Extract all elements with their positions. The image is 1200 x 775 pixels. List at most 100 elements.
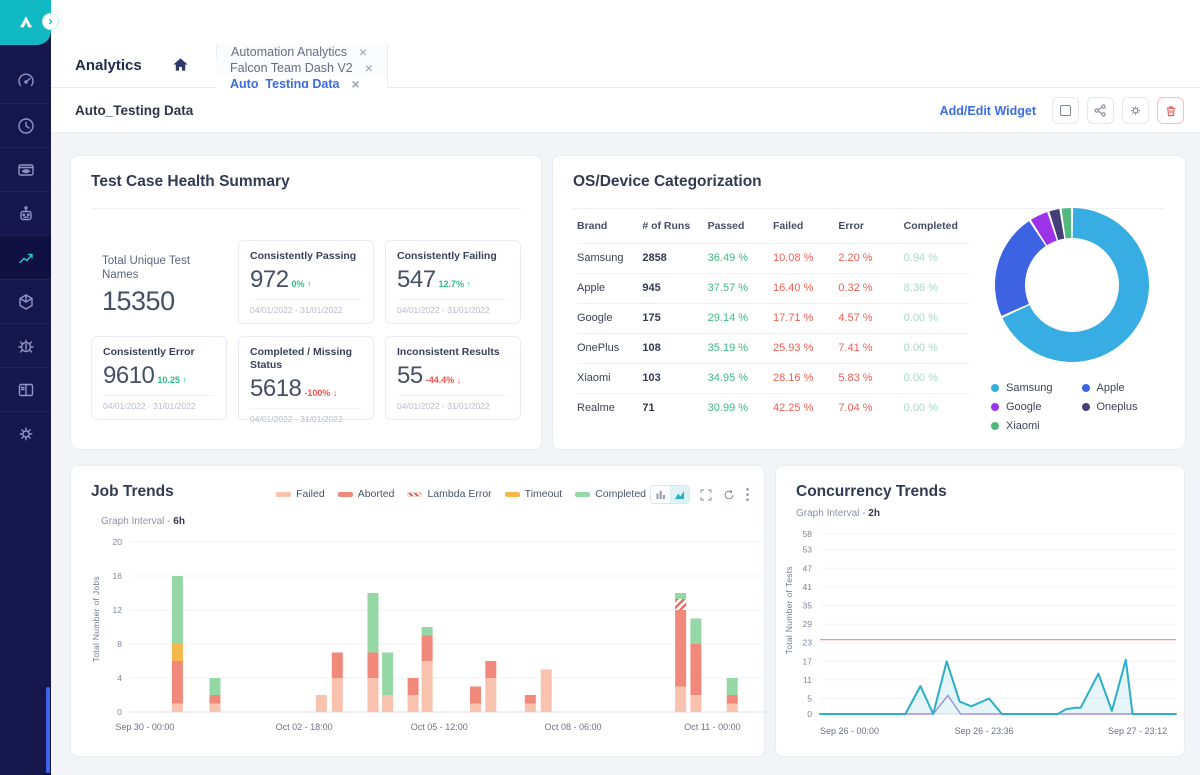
bar-segment-aborted[interactable] (172, 661, 183, 704)
bar-segment-failed[interactable] (408, 695, 419, 712)
sidebar-item-real-time[interactable] (0, 147, 51, 191)
bar-segment-failed[interactable] (316, 695, 327, 712)
sidebar-item-clock[interactable] (0, 103, 51, 147)
bar-segment-completed[interactable] (675, 593, 686, 599)
stat-tile-total-unique-test-names[interactable]: Total Unique Test Names15350 (91, 240, 227, 324)
sidebar-item-bug[interactable] (0, 323, 51, 367)
tab-falcon-team-dash-v2[interactable]: Falcon Team Dash V2× (216, 60, 388, 76)
bar-segment-failed[interactable] (209, 704, 220, 713)
bar-segment-aborted[interactable] (332, 653, 343, 679)
bar-segment-aborted[interactable] (485, 661, 496, 678)
widget-settings-button[interactable] (1122, 97, 1149, 124)
bar-segment-completed[interactable] (209, 678, 220, 695)
stop-square-button[interactable] (1052, 97, 1079, 124)
table-row[interactable]: Google17529.14 %17.71 %4.57 %0.00 % (577, 303, 969, 333)
bar-segment-aborted[interactable] (408, 678, 419, 695)
bar-segment-failed[interactable] (367, 678, 378, 712)
legend-swatch (276, 492, 291, 497)
svg-text:4: 4 (117, 673, 122, 683)
bar-segment-timeout[interactable] (172, 644, 183, 661)
bar-segment-completed[interactable] (422, 627, 433, 636)
legend-item-failed[interactable]: Failed (276, 488, 325, 500)
sidebar-scrollbar[interactable] (46, 687, 50, 773)
table-row[interactable]: Xiaomi10334.95 %28.16 %5.83 %0.00 % (577, 363, 969, 393)
legend-item-aborted[interactable]: Aborted (338, 488, 395, 500)
expand-chevron-icon[interactable]: › (42, 13, 59, 30)
legend-item-timeout[interactable]: Timeout (505, 488, 563, 500)
stat-tile-consistently-failing[interactable]: Consistently Failing54712.7% ↑04/01/2022… (385, 240, 521, 324)
legend-item-apple[interactable]: Apple (1082, 382, 1167, 394)
legend-swatch (505, 492, 520, 497)
bar-segment-aborted[interactable] (367, 653, 378, 679)
legend-item-xiaomi[interactable]: Xiaomi (991, 420, 1076, 432)
svg-text:11: 11 (803, 675, 812, 685)
lambdatest-logo[interactable]: › (0, 0, 51, 45)
bar-segment-aborted[interactable] (690, 644, 701, 695)
bar-segment-lambda_error[interactable] (675, 599, 686, 610)
bar-segment-aborted[interactable] (727, 695, 738, 704)
table-row[interactable]: Apple94537.57 %16.40 %0.32 %8.36 % (577, 273, 969, 303)
bar-segment-aborted[interactable] (470, 687, 481, 704)
bar-segment-aborted[interactable] (525, 695, 536, 704)
table-cell: 4.57 % (838, 303, 903, 333)
home-icon[interactable] (171, 55, 190, 87)
area-view-button[interactable] (670, 486, 689, 503)
table-row[interactable]: OnePlus10835.19 %25.93 %7.41 %0.00 % (577, 333, 969, 363)
legend-item-completed[interactable]: Completed (575, 488, 646, 500)
bar-segment-failed[interactable] (675, 687, 686, 713)
sidebar-item-gauge[interactable] (0, 59, 51, 103)
bar-segment-failed[interactable] (541, 670, 552, 713)
sidebar-item-automation[interactable] (0, 191, 51, 235)
refresh-button[interactable] (722, 488, 736, 502)
tab-close-icon[interactable]: × (359, 44, 367, 60)
bar-segment-completed[interactable] (382, 653, 393, 696)
legend-item-oneplus[interactable]: Oneplus (1082, 401, 1167, 413)
sidebar-item-docs[interactable] (0, 367, 51, 411)
delete-dashboard-button[interactable] (1157, 97, 1184, 124)
job-trends-plot[interactable]: 201612840Sep 30 - 00:00Oct 02 - 18:00Oct… (97, 534, 772, 739)
brand-donut-chart (987, 200, 1157, 370)
stat-label: Consistently Passing (250, 250, 362, 263)
table-row[interactable]: Realme7130.99 %42.25 %7.04 %0.00 % (577, 393, 969, 423)
fullscreen-button[interactable] (699, 488, 713, 502)
bar-view-button[interactable] (651, 486, 670, 503)
stat-tile-consistently-passing[interactable]: Consistently Passing9720% ↑04/01/2022 - … (238, 240, 374, 324)
legend-item-lambda-error[interactable]: Lambda Error (407, 488, 491, 500)
bar-segment-failed[interactable] (485, 678, 496, 712)
bar-segment-completed[interactable] (727, 678, 738, 695)
legend-item-google[interactable]: Google (991, 401, 1076, 413)
more-menu-button[interactable] (745, 487, 750, 502)
sidebar-item-hyperexecute[interactable] (0, 279, 51, 323)
bar-segment-completed[interactable] (367, 593, 378, 653)
add-edit-widget-link[interactable]: Add/Edit Widget (940, 104, 1036, 118)
bar-segment-failed[interactable] (727, 704, 738, 713)
concurrency-plot[interactable]: 05111723293541475358Sep 26 - 00:00Sep 26… (790, 526, 1182, 748)
stat-tile-consistently-error[interactable]: Consistently Error961010.25 ↑04/01/2022 … (91, 336, 227, 420)
bar-segment-failed[interactable] (525, 704, 536, 713)
bar-segment-failed[interactable] (470, 704, 481, 713)
bar-segment-aborted[interactable] (422, 636, 433, 662)
bar-segment-failed[interactable] (690, 695, 701, 712)
bar-segment-failed[interactable] (382, 695, 393, 712)
donut-slice-apple[interactable] (995, 221, 1046, 316)
share-button[interactable] (1087, 97, 1114, 124)
bar-segment-aborted[interactable] (209, 695, 220, 704)
table-row[interactable]: Samsung285836.49 %10.08 %2.20 %0.94 % (577, 243, 969, 273)
bar-segment-aborted[interactable] (675, 610, 686, 687)
table-cell: 175 (642, 303, 707, 333)
stat-tile-completed-missing-status[interactable]: Completed / Missing Status5618-100% ↓04/… (238, 336, 374, 420)
tab-close-icon[interactable]: × (365, 60, 373, 76)
legend-item-samsung[interactable]: Samsung (991, 382, 1076, 394)
svg-text:Oct 11 - 00:00: Oct 11 - 00:00 (684, 722, 740, 732)
bar-segment-failed[interactable] (422, 661, 433, 712)
stat-tile-inconsistent-results[interactable]: Inconsistent Results55-44.4% ↓04/01/2022… (385, 336, 521, 420)
tab-automation-analytics[interactable]: Automation Analytics× (216, 44, 388, 60)
sidebar-item-analytics[interactable] (0, 235, 51, 279)
sidebar-item-settings[interactable] (0, 411, 51, 455)
bar-segment-completed[interactable] (690, 619, 701, 645)
divider (91, 208, 521, 209)
bar-segment-failed[interactable] (172, 704, 183, 713)
bar-segment-completed[interactable] (172, 576, 183, 644)
bar-segment-failed[interactable] (332, 678, 343, 712)
analytics-chart-icon (16, 248, 36, 268)
